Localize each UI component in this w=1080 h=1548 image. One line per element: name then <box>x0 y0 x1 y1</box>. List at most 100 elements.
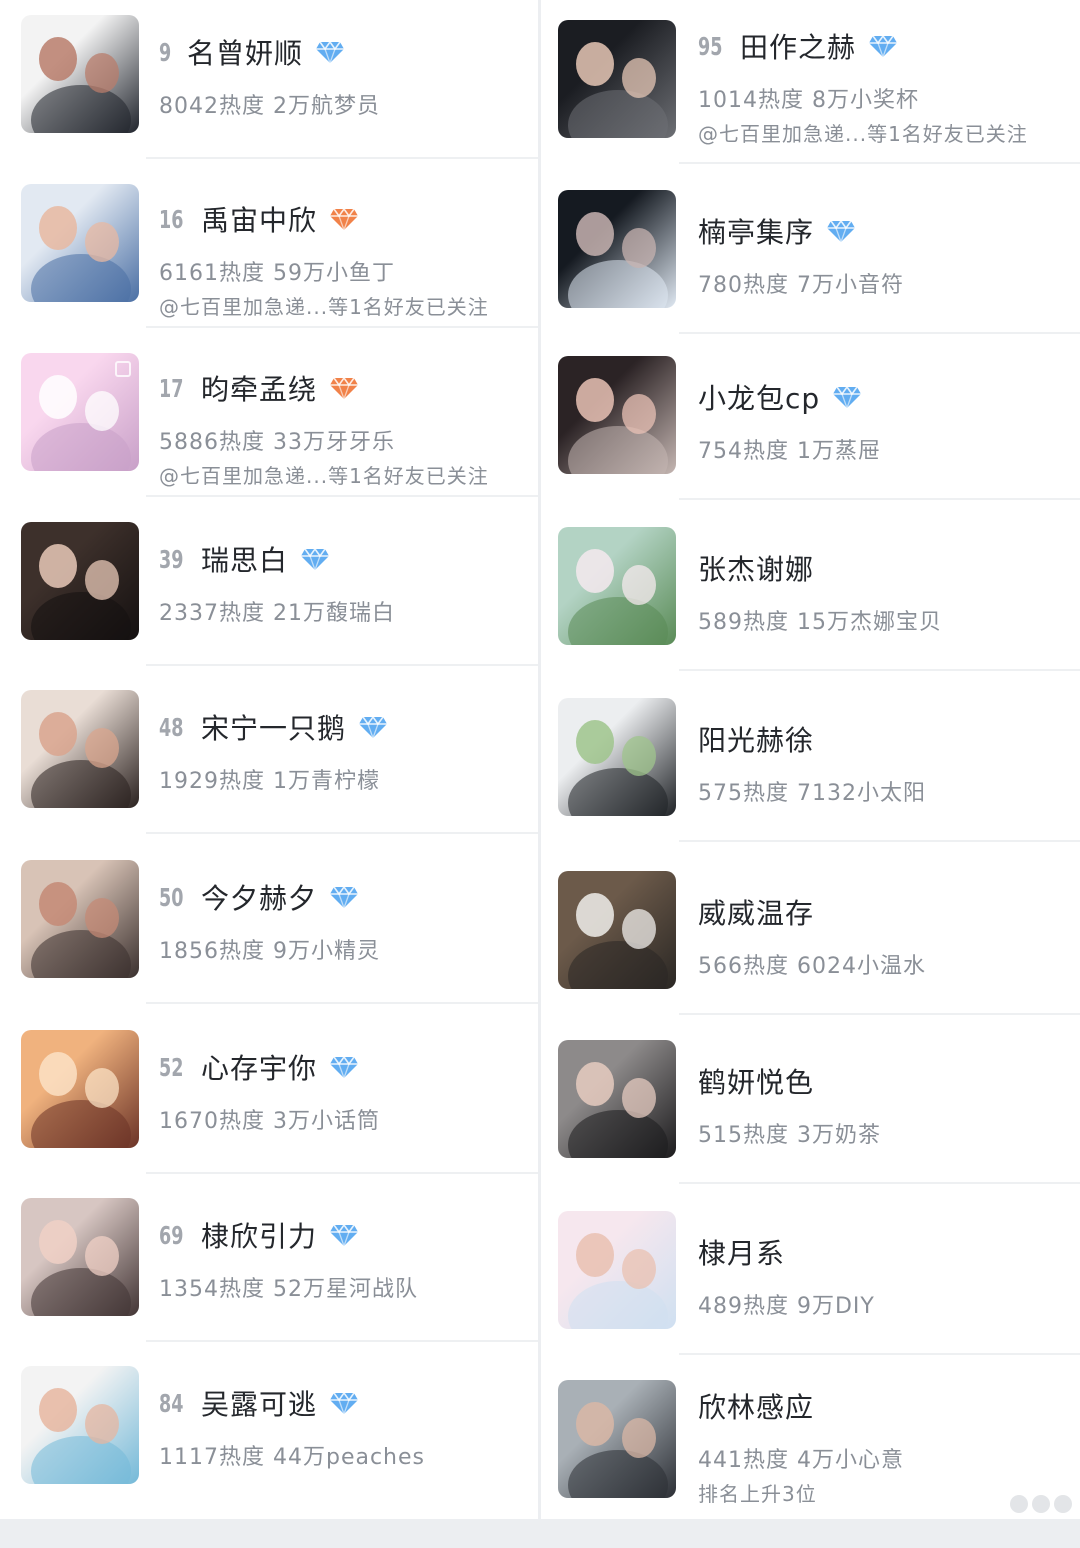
list-item[interactable]: 17 昀牵孟绕 5886热度 33万牙牙乐 @七百里加急递...等1名好友已关注 <box>0 353 538 521</box>
row-divider <box>146 664 538 666</box>
list-item[interactable]: 9 名曾妍顺 8042热度 2万航梦员 <box>0 15 538 183</box>
blue-diamond-badge-icon <box>832 384 862 410</box>
blue-diamond-badge-icon <box>329 1054 359 1080</box>
list-item[interactable]: 楠亭集序 780热度 7万小音符 <box>541 190 1080 358</box>
cover-image[interactable] <box>21 860 139 978</box>
topic-name: 昀牵孟绕 <box>201 373 318 406</box>
cover-image[interactable] <box>558 190 676 308</box>
row-divider <box>146 157 538 159</box>
title-row: 39 瑞思白 <box>159 539 330 579</box>
cover-image[interactable] <box>558 1211 676 1329</box>
topic-name: 名曾妍顺 <box>187 37 304 70</box>
cover-image[interactable] <box>21 15 139 133</box>
stats-text: 780热度 7万小音符 <box>698 273 904 298</box>
row-divider <box>679 1182 1080 1184</box>
rank-number: 39 <box>159 544 184 574</box>
title-row: 9 名曾妍顺 <box>159 32 345 72</box>
topic-name: 今夕赫夕 <box>201 882 318 915</box>
rank-number: 69 <box>159 1220 184 1250</box>
row-divider <box>146 1172 538 1174</box>
title-row: 69 棣欣引力 <box>159 1215 359 1255</box>
blue-diamond-badge-icon <box>329 1390 359 1416</box>
cover-image[interactable] <box>558 1040 676 1158</box>
title-row: 小龙包cp <box>698 377 862 417</box>
title-row: 50 今夕赫夕 <box>159 877 359 917</box>
topic-name: 棣月系 <box>698 1237 786 1270</box>
title-row: 楠亭集序 <box>698 211 856 251</box>
stats-text: 575热度 7132小太阳 <box>698 781 926 806</box>
watermark <box>1010 1495 1072 1513</box>
title-row: 95 田作之赫 <box>698 26 898 66</box>
cover-image[interactable] <box>21 690 139 808</box>
stats-text: 441热度 4万小心意 <box>698 1448 904 1473</box>
title-row: 威威温存 <box>698 892 814 932</box>
cover-image[interactable] <box>21 353 139 471</box>
cover-image[interactable] <box>558 1380 676 1498</box>
topic-name: 威威温存 <box>698 897 815 930</box>
stats-text: 1856热度 9万小精灵 <box>159 939 380 964</box>
rank-number: 9 <box>159 37 172 67</box>
topic-name: 楠亭集序 <box>698 216 815 249</box>
stats-text: 2337热度 21万馥瑞白 <box>159 601 395 626</box>
cover-image[interactable] <box>21 522 139 640</box>
blue-diamond-badge-icon <box>868 33 898 59</box>
list-item[interactable]: 95 田作之赫 1014热度 8万小奖杯 @七百里加急递...等1名好友已关注 <box>541 20 1080 188</box>
stats-text: 6161热度 59万小鱼丁 <box>159 261 395 286</box>
stats-text: 589热度 15万杰娜宝贝 <box>698 610 942 635</box>
topic-name: 田作之赫 <box>740 31 857 64</box>
topic-name: 吴露可逃 <box>201 1388 318 1421</box>
cover-image[interactable] <box>558 527 676 645</box>
list-item[interactable]: 张杰谢娜 589热度 15万杰娜宝贝 <box>541 527 1080 695</box>
cover-image[interactable] <box>21 1366 139 1484</box>
cover-image[interactable] <box>558 871 676 989</box>
blue-diamond-badge-icon <box>315 39 345 65</box>
topic-name: 禹宙中欣 <box>201 204 318 237</box>
list-item[interactable]: 50 今夕赫夕 1856热度 9万小精灵 <box>0 860 538 1028</box>
title-row: 张杰谢娜 <box>698 548 814 588</box>
cover-image[interactable] <box>558 698 676 816</box>
list-item[interactable]: 84 吴露可逃 1117热度 44万peaches <box>0 1366 538 1534</box>
cover-image[interactable] <box>21 1030 139 1148</box>
row-divider <box>146 1340 538 1342</box>
list-item[interactable]: 鹤妍悦色 515热度 3万奶茶 <box>541 1040 1080 1208</box>
list-item[interactable]: 威威温存 566热度 6024小温水 <box>541 871 1080 1039</box>
stats-text: 1670热度 3万小话筒 <box>159 1109 380 1134</box>
blue-diamond-badge-icon <box>826 218 856 244</box>
list-item[interactable]: 69 棣欣引力 1354热度 52万星河战队 <box>0 1198 538 1366</box>
friend-follow-note: @七百里加急递...等1名好友已关注 <box>159 295 489 319</box>
topic-name: 张杰谢娜 <box>698 553 815 586</box>
cover-image[interactable] <box>21 184 139 302</box>
list-item[interactable]: 欣林感应 441热度 4万小心意 排名上升3位 <box>541 1380 1080 1548</box>
list-item[interactable]: 48 宋宁一只鹅 1929热度 1万青柠檬 <box>0 690 538 858</box>
list-item[interactable]: 52 心存宇你 1670热度 3万小话筒 <box>0 1030 538 1198</box>
right-column: 95 田作之赫 1014热度 8万小奖杯 @七百里加急递...等1名好友已关注 楠亭集… <box>541 0 1080 1519</box>
stats-text: 1929热度 1万青柠檬 <box>159 769 380 794</box>
stats-text: 1117热度 44万peaches <box>159 1445 425 1470</box>
cover-image[interactable] <box>21 1198 139 1316</box>
rank-number: 84 <box>159 1388 184 1418</box>
rank-number: 16 <box>159 204 184 234</box>
list-item[interactable]: 小龙包cp 754热度 1万蒸屉 <box>541 356 1080 524</box>
cover-image[interactable] <box>558 20 676 138</box>
cover-image[interactable] <box>558 356 676 474</box>
row-divider <box>146 832 538 834</box>
row-divider <box>679 1353 1080 1355</box>
title-row: 48 宋宁一只鹅 <box>159 707 388 747</box>
list-item[interactable]: 39 瑞思白 2337热度 21万馥瑞白 <box>0 522 538 690</box>
title-row: 16 禹宙中欣 <box>159 199 359 239</box>
row-divider <box>146 495 538 497</box>
topic-name: 欣林感应 <box>698 1391 815 1424</box>
rank-number: 95 <box>698 31 723 61</box>
stats-text: 515热度 3万奶茶 <box>698 1123 881 1148</box>
row-divider <box>679 162 1080 164</box>
row-divider <box>679 669 1080 671</box>
friend-follow-note: @七百里加急递...等1名好友已关注 <box>698 122 1028 146</box>
list-item[interactable]: 棣月系 489热度 9万DIY <box>541 1211 1080 1379</box>
list-item[interactable]: 阳光赫徐 575热度 7132小太阳 <box>541 698 1080 866</box>
list-item[interactable]: 16 禹宙中欣 6161热度 59万小鱼丁 @七百里加急递...等1名好友已关注 <box>0 184 538 352</box>
row-divider <box>679 840 1080 842</box>
row-divider <box>679 498 1080 500</box>
left-column: 9 名曾妍顺 8042热度 2万航梦员 16 禹宙中欣 6161热度 59万小鱼丁 @七… <box>0 0 538 1519</box>
row-divider <box>146 1002 538 1004</box>
title-row: 阳光赫徐 <box>698 719 814 759</box>
